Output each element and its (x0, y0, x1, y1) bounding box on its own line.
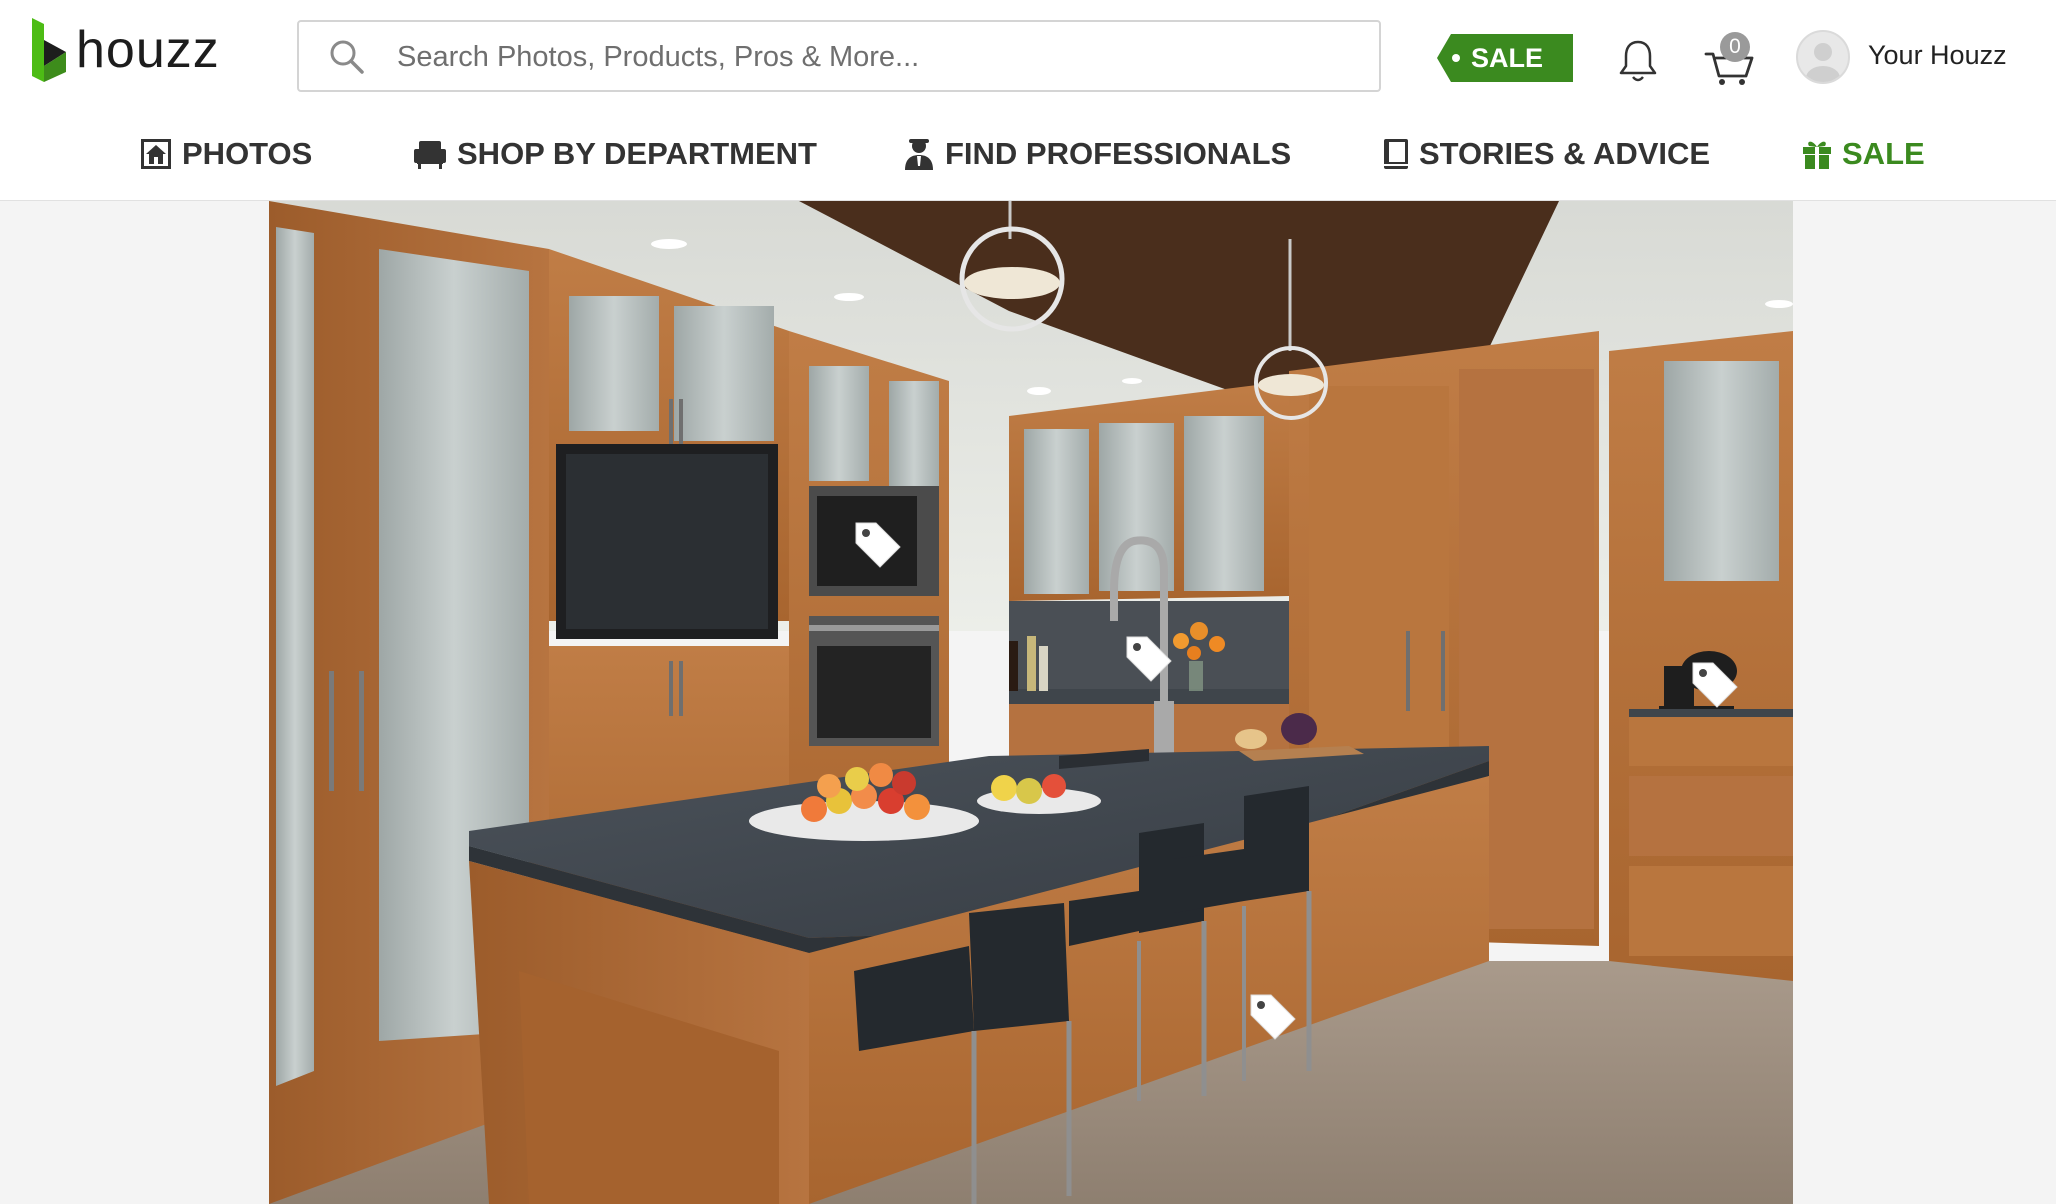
house-photo-icon (141, 139, 171, 169)
shopping-cart[interactable]: 0 (1704, 32, 1764, 86)
search-bar[interactable] (297, 20, 1381, 92)
product-tag-icon[interactable] (1245, 989, 1301, 1045)
nav-professionals-label: FIND PROFESSIONALS (945, 136, 1292, 171)
nav-shop-by-department[interactable]: SHOP BY DEPARTMENT (413, 128, 817, 180)
nav-sale[interactable]: SALE (1802, 128, 1925, 180)
nav-shop-label: SHOP BY DEPARTMENT (457, 136, 817, 171)
product-tag-icon[interactable] (1687, 657, 1743, 713)
nav-photos[interactable]: PHOTOS (140, 128, 312, 180)
product-tag-icon[interactable] (850, 517, 906, 573)
book-icon (1384, 139, 1408, 169)
kitchen-photo (269, 201, 1793, 1204)
armchair-icon (414, 141, 446, 169)
search-input[interactable] (395, 22, 1359, 92)
houzz-logo-icon (32, 18, 66, 82)
your-houzz-link[interactable]: Your Houzz (1868, 40, 2007, 71)
nav-photos-label: PHOTOS (182, 136, 313, 171)
top-header: houzz SALE 0 Your Houzz (0, 0, 2056, 201)
photo-viewer[interactable] (269, 201, 1793, 1204)
product-tag-icon[interactable] (1121, 631, 1177, 687)
cart-count-badge: 0 (1720, 32, 1750, 62)
professional-icon (905, 139, 933, 170)
user-avatar-icon (1806, 43, 1840, 82)
gift-icon (1803, 141, 1831, 169)
logo-wordmark: houzz (76, 21, 220, 79)
search-icon (330, 40, 364, 74)
main-nav: PHOTOS SHOP BY DEPARTMENT FIND PROFESSIO… (0, 128, 2056, 180)
houzz-logo[interactable]: houzz (30, 18, 220, 82)
nav-stories-advice[interactable]: STORIES & ADVICE (1383, 128, 1710, 180)
user-avatar[interactable] (1796, 30, 1850, 84)
sale-badge-dot (1452, 54, 1460, 62)
sale-badge-label: SALE (1471, 43, 1544, 73)
nav-stories-label: STORIES & ADVICE (1419, 136, 1711, 171)
notification-bell-icon[interactable] (1618, 38, 1658, 84)
nav-find-professionals[interactable]: FIND PROFESSIONALS (903, 128, 1291, 180)
sale-badge-button[interactable]: SALE (1437, 34, 1573, 82)
nav-sale-label: SALE (1842, 136, 1925, 171)
